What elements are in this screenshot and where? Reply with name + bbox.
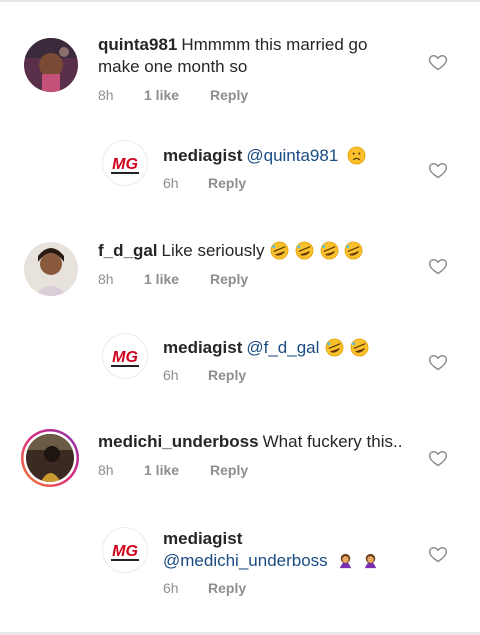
mg-logo-icon: MG [112, 543, 138, 560]
reply-button[interactable]: Reply [208, 580, 246, 596]
rofl-face-icon [320, 241, 339, 260]
comment-text: f_d_gal Like seriously [98, 240, 398, 262]
rofl-emoji-group [269, 241, 363, 260]
comment-username[interactable]: mediagist [163, 338, 242, 357]
comment-text: mediagist @quinta981 [163, 145, 413, 167]
mg-logo-icon: MG [112, 349, 138, 366]
comment-time: 8h [98, 271, 114, 287]
comment-time: 6h [163, 580, 179, 596]
mg-logo-icon: MG [112, 156, 138, 173]
heart-icon[interactable] [428, 52, 448, 72]
reply-button[interactable]: Reply [210, 271, 248, 287]
heart-icon[interactable] [428, 160, 448, 180]
comment-time: 8h [98, 87, 114, 103]
avatar[interactable] [24, 242, 78, 296]
avatar[interactable]: MG [102, 140, 148, 186]
comment-time: 6h [163, 175, 179, 191]
comment-username[interactable]: medichi_underboss [98, 432, 259, 451]
rofl-face-icon [270, 241, 289, 260]
reply-button[interactable]: Reply [208, 367, 246, 383]
heart-icon[interactable] [428, 256, 448, 276]
woman-facepalming-icon [364, 553, 377, 569]
comment-likes[interactable]: 1 like [144, 87, 179, 103]
comment-username[interactable]: mediagist [163, 529, 242, 548]
heart-icon[interactable] [428, 448, 448, 468]
avatar[interactable] [20, 428, 80, 488]
heart-icon[interactable] [428, 352, 448, 372]
comment-username[interactable]: quinta981 [98, 35, 177, 54]
rofl-face-icon [345, 241, 363, 260]
comment-body: What fuckery this.. [262, 432, 403, 451]
rofl-face-icon [350, 338, 369, 357]
comment-body: Like seriously [161, 241, 265, 260]
mention-link[interactable]: @f_d_gal [246, 338, 319, 357]
mention-link[interactable]: @quinta981 [246, 146, 338, 165]
comment-username[interactable]: f_d_gal [98, 241, 158, 260]
comment-text: mediagist @medichi_underboss [163, 528, 403, 572]
reply-button[interactable]: Reply [210, 87, 248, 103]
comment-text: mediagist @f_d_gal [163, 337, 413, 359]
rofl-face-icon [325, 338, 344, 357]
reply-button[interactable]: Reply [210, 462, 248, 478]
comment-username[interactable]: mediagist [163, 146, 242, 165]
heart-icon[interactable] [428, 544, 448, 564]
reply-button[interactable]: Reply [208, 175, 246, 191]
worried-face-icon [347, 146, 366, 165]
comment-likes[interactable]: 1 like [144, 462, 179, 478]
comment-time: 6h [163, 367, 179, 383]
comment-text: medichi_underboss What fuckery this.. [98, 431, 418, 453]
mention-link[interactable]: @medichi_underboss [163, 551, 328, 570]
avatar[interactable]: MG [102, 527, 148, 573]
avatar[interactable] [24, 38, 78, 92]
woman-facepalming-icon [340, 553, 352, 569]
comment-text: quinta981 Hmmmm this married go make one … [98, 34, 388, 78]
comment-likes[interactable]: 1 like [144, 271, 179, 287]
avatar[interactable]: MG [102, 333, 148, 379]
comment-time: 8h [98, 462, 114, 478]
top-divider [0, 0, 480, 2]
rofl-face-icon [295, 241, 314, 260]
